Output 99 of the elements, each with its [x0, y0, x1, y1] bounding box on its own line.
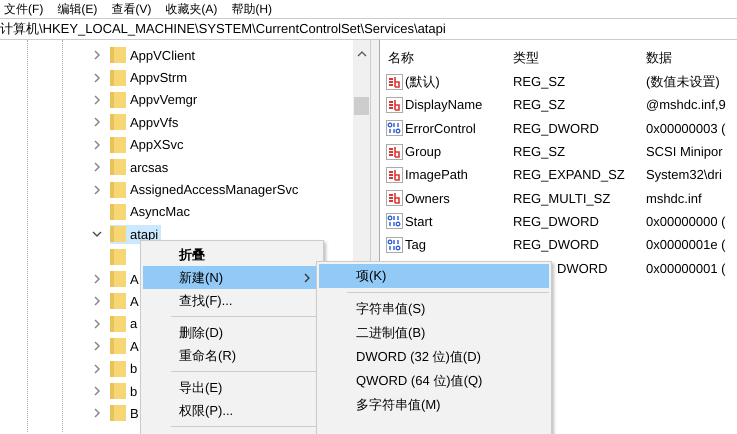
- folder-icon: [110, 270, 126, 288]
- expand-chevron-icon[interactable]: [92, 318, 102, 329]
- column-header[interactable]: 名称: [380, 49, 513, 67]
- tree-item[interactable]: AppXSvc: [110, 135, 186, 154]
- expand-chevron-icon[interactable]: [92, 50, 102, 60]
- folder-icon: [110, 90, 126, 109]
- folder-icon: [110, 180, 126, 199]
- value-data: SCSI Minipor: [646, 144, 724, 160]
- folder-icon: [110, 158, 126, 176]
- value-data: (数值未设置): [646, 72, 721, 91]
- folder-icon: [110, 337, 126, 356]
- value-data: mshdc.inf: [646, 190, 703, 206]
- expand-chevron-icon[interactable]: [92, 364, 102, 374]
- string-value-icon: [386, 74, 403, 90]
- value-name[interactable]: ErrorControl: [405, 120, 476, 136]
- expand-chevron-icon[interactable]: [92, 184, 102, 195]
- value-type: REG_SZ: [513, 97, 566, 112]
- tree-item[interactable]: atapi: [110, 224, 162, 244]
- value-name[interactable]: ImagePath: [405, 167, 468, 182]
- menu-option[interactable]: 字符串值(S): [319, 297, 549, 321]
- expand-chevron-icon[interactable]: [92, 72, 102, 83]
- expand-chevron-icon[interactable]: [92, 386, 102, 396]
- scroll-up-icon[interactable]: [357, 50, 367, 58]
- value-data: 0x00000001 (: [646, 260, 727, 276]
- scroll-thumb[interactable]: [354, 97, 369, 115]
- tree-item[interactable]: AppvVemgr: [110, 90, 200, 110]
- value-name[interactable]: (默认): [405, 72, 440, 91]
- expand-chevron-icon[interactable]: [92, 162, 102, 172]
- value-type: REG_DWORD: [513, 237, 600, 252]
- column-header[interactable]: 类型: [513, 49, 646, 67]
- expand-chevron-icon[interactable]: [92, 117, 102, 128]
- menu-option[interactable]: 项(K): [319, 264, 549, 288]
- menu-option[interactable]: 二进制值(B): [319, 321, 549, 345]
- value-type: REG_EXPAND_SZ: [513, 167, 626, 182]
- address-bar[interactable]: 计算机\HKEY_LOCAL_MACHINE\SYSTEM\CurrentControlSet\Services\atapi: [0, 18, 737, 40]
- value-data: System32\dri: [646, 167, 723, 182]
- tree-item[interactable]: b: [110, 359, 140, 378]
- tree-item[interactable]: arcsas: [110, 158, 172, 177]
- tree-item[interactable]: A: [110, 292, 142, 311]
- value-data: 0x00000000 (: [646, 214, 727, 229]
- value-type: REG_DWORD: [513, 120, 600, 136]
- tree-item[interactable]: A: [110, 336, 142, 356]
- value-name[interactable]: Owners: [405, 190, 450, 206]
- string-value-icon: [386, 190, 403, 206]
- tree-item[interactable]: AssignedAccessManagerSvc: [110, 180, 302, 200]
- folder-icon: [110, 314, 126, 333]
- tree-item[interactable]: B: [110, 404, 142, 423]
- expand-chevron-icon[interactable]: [92, 140, 102, 150]
- string-value-icon: [386, 144, 403, 160]
- menu-option[interactable]: QWORD (64 位)值(Q): [319, 369, 549, 393]
- folder-icon: [110, 360, 126, 378]
- expand-chevron-icon[interactable]: [92, 296, 102, 306]
- tree-item[interactable]: A: [110, 270, 142, 289]
- folder-icon: [110, 225, 126, 244]
- value-name[interactable]: Tag: [405, 237, 426, 252]
- menu-item[interactable]: 编辑(E): [55, 0, 106, 18]
- tree-item[interactable]: AppvStrm: [110, 68, 190, 88]
- expand-chevron-icon[interactable]: [92, 341, 102, 352]
- folder-icon: [110, 292, 126, 310]
- folder-icon: [110, 68, 126, 87]
- collapse-chevron-icon[interactable]: [92, 229, 102, 240]
- value-type: REG_SZ: [513, 74, 566, 90]
- value-name[interactable]: DisplayName: [405, 97, 482, 112]
- folder-icon: [110, 202, 126, 221]
- folder-icon: [110, 136, 126, 154]
- menu-item[interactable]: 帮助(H): [229, 0, 280, 18]
- value-data: 0x0000001e (: [646, 237, 727, 252]
- value-type: DWORD: [556, 260, 609, 276]
- column-header[interactable]: 数据: [646, 49, 736, 67]
- menu-item[interactable]: 收藏夹(A): [163, 0, 226, 18]
- tree-item[interactable]: AsyncMac: [110, 202, 193, 222]
- expand-chevron-icon[interactable]: [92, 94, 102, 105]
- menu-option[interactable]: 折叠: [143, 243, 321, 266]
- value-name[interactable]: Group: [405, 144, 442, 160]
- tree-item[interactable]: b: [110, 382, 140, 401]
- value-type: REG_MULTI_SZ: [513, 190, 612, 206]
- binary-value-icon: [386, 120, 403, 136]
- folder-icon: [110, 46, 126, 64]
- binary-value-icon: [386, 213, 403, 230]
- folder-icon: [110, 382, 126, 400]
- folder-icon: [110, 113, 126, 132]
- menu-item[interactable]: 查看(V): [109, 0, 160, 18]
- menu-item[interactable]: 文件(F): [2, 0, 52, 18]
- value-data: 0x00000003 (: [646, 120, 727, 136]
- string-value-icon: [386, 96, 403, 113]
- tree-item[interactable]: AppvVfs: [110, 112, 182, 132]
- folder-icon: [110, 404, 126, 422]
- value-type: REG_SZ: [513, 144, 566, 160]
- value-type: REG_DWORD: [513, 214, 600, 229]
- value-name[interactable]: Start: [405, 214, 432, 229]
- expand-chevron-icon[interactable]: [92, 274, 102, 284]
- expand-chevron-icon[interactable]: [92, 408, 102, 418]
- binary-value-icon: [386, 236, 403, 253]
- string-value-icon: [386, 166, 403, 183]
- tree-item[interactable]: AppVClient: [110, 46, 198, 65]
- menu-option[interactable]: DWORD (32 位)值(D): [319, 345, 549, 369]
- value-data: @mshdc.inf,9: [646, 97, 727, 112]
- menu-option[interactable]: 多字符串值(M): [319, 393, 549, 417]
- tree-item[interactable]: a: [110, 314, 140, 334]
